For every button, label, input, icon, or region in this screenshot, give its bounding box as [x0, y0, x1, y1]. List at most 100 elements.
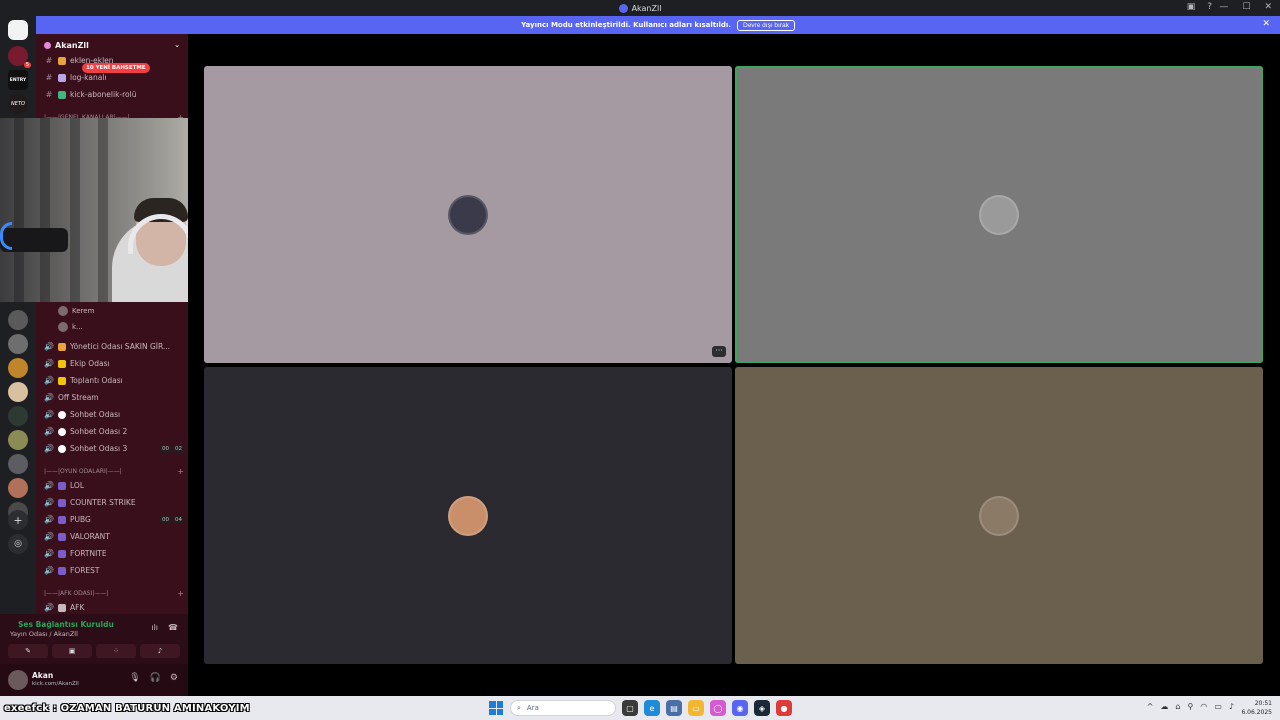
voice-channel[interactable]: 🔊 Ekip Odası — [44, 355, 184, 372]
server-icon[interactable] — [8, 310, 28, 330]
new-mentions-pill[interactable]: 10 YENİ BAHSETME — [82, 63, 150, 73]
voice-channel[interactable]: 🔊 Sohbet Odası — [44, 406, 184, 423]
app-icon[interactable]: ● — [776, 700, 792, 716]
file-explorer-icon[interactable]: ▭ — [688, 700, 704, 716]
add-server-icon[interactable]: + — [8, 510, 28, 530]
edge-icon[interactable]: e — [644, 700, 660, 716]
voice-channel[interactable]: 🔊 COUNTER STRIKE — [44, 494, 184, 511]
activities-button[interactable]: ⁘ — [96, 644, 136, 658]
headphones-icon[interactable]: 🎧 — [150, 673, 161, 683]
usb-icon[interactable]: ⚲ — [1187, 702, 1193, 711]
voice-channel[interactable]: 🔊 AFK — [44, 599, 184, 614]
window-titlebar: AkanZll ▣ ? — ☐ ✕ — [0, 0, 1280, 16]
voice-connection-panel: Ses Bağlantısı Kuruldu Yayın Odası / Aka… — [0, 614, 188, 664]
gear-icon[interactable]: ⚙ — [170, 673, 178, 683]
voice-channel[interactable]: 🔊 Toplantı Odası — [44, 372, 184, 389]
participant-tile[interactable]: ··· — [204, 66, 732, 363]
avatar — [58, 322, 68, 332]
inbox-icon[interactable]: ▣ — [1187, 2, 1196, 12]
server-icon[interactable]: NETO — [8, 94, 28, 114]
server-icon[interactable] — [8, 406, 28, 426]
banner-close-icon[interactable]: ✕ — [1262, 19, 1270, 29]
clock-time: 20:51 — [1254, 700, 1272, 707]
voice-channel[interactable]: 🔊 Sohbet Odası 2 — [44, 423, 184, 440]
add-channel-icon[interactable]: + — [177, 467, 184, 476]
voice-channel[interactable]: 🔊 Yönetici Odası SAKIN GİR... — [44, 338, 184, 355]
discord-icon[interactable]: ◉ — [732, 700, 748, 716]
camera-button[interactable]: ✎ — [8, 644, 48, 658]
display-icon[interactable]: ▭ — [1214, 702, 1222, 711]
voice-channel[interactable]: 🔊 VALORANT — [44, 528, 184, 545]
server-icon[interactable]: ENTRY — [8, 70, 28, 90]
noise-suppression-icon[interactable]: ılı — [151, 623, 158, 632]
close-button[interactable]: ✕ — [1264, 2, 1272, 12]
guild-name: AkanZll — [55, 40, 89, 50]
maximize-button[interactable]: ☐ — [1242, 2, 1250, 12]
text-channel[interactable]: # kick-abonelik-rolü — [44, 86, 184, 103]
hashtag-icon: # — [45, 90, 53, 99]
voice-channel[interactable]: 🔊 LOL — [44, 477, 184, 494]
server-icon[interactable] — [8, 430, 28, 450]
mention-badge: 5 — [23, 62, 31, 68]
server-icon[interactable] — [8, 382, 28, 402]
category-afk[interactable]: |——|AFK ODASI|——| + — [44, 586, 184, 600]
user-count-badge: 00 02 — [160, 444, 184, 453]
cloud-icon[interactable]: ☁ — [1160, 702, 1168, 711]
participant-tile[interactable] — [735, 367, 1263, 664]
speaker-icon: 🔊 — [44, 603, 54, 612]
add-channel-icon[interactable]: + — [177, 589, 184, 598]
disconnect-icon[interactable]: ☎ — [168, 623, 178, 632]
task-view-icon[interactable]: ▢ — [622, 700, 638, 716]
start-button[interactable] — [489, 701, 503, 715]
participant-tile[interactable] — [204, 367, 732, 664]
voice-channel[interactable]: 🔊 PUBG 00 04 — [44, 511, 184, 528]
participant-tile[interactable] — [735, 66, 1263, 363]
chevron-up-icon[interactable]: ^ — [1147, 702, 1154, 711]
server-icon[interactable] — [8, 334, 28, 354]
server-icon[interactable]: 5 — [8, 46, 31, 68]
voice-channel[interactable]: 🔊 FOREST — [44, 562, 184, 579]
server-icon[interactable] — [8, 454, 28, 474]
steam-icon[interactable]: ◈ — [754, 700, 770, 716]
server-icon[interactable] — [8, 478, 28, 498]
speaker-icon: 🔊 — [44, 444, 54, 453]
gamepad-icon — [58, 481, 66, 490]
channel-name: AFK — [70, 603, 85, 612]
speaker-icon: 🔊 — [44, 549, 54, 558]
discover-icon[interactable]: ◎ — [8, 534, 28, 554]
speaker-icon: 🔊 — [44, 342, 54, 351]
app-icon[interactable]: ◯ — [710, 700, 726, 716]
voice-channel-path[interactable]: Yayın Odası / AkanZll — [10, 630, 78, 638]
channel-name: Off Stream — [58, 393, 99, 402]
channel-name: Sohbet Odası 3 — [70, 444, 128, 453]
speech-bubble-icon — [58, 427, 66, 436]
system-clock[interactable]: 20:51 6.06.2025 — [1241, 699, 1272, 717]
speaker-icon: 🔊 — [44, 427, 54, 436]
network-icon[interactable]: ⌂ — [1175, 702, 1180, 711]
soundboard-button[interactable]: ♪ — [140, 644, 180, 658]
voice-member[interactable]: k... — [58, 320, 83, 334]
screen-share-button[interactable]: ▣ — [52, 644, 92, 658]
gamepad-icon — [58, 515, 66, 524]
voice-member[interactable]: Kerem — [58, 304, 94, 318]
store-icon[interactable]: ▤ — [666, 700, 682, 716]
taskbar-search[interactable]: ⌕ Ara — [510, 700, 616, 716]
help-icon[interactable]: ? — [1207, 2, 1212, 12]
disable-streamer-mode-button[interactable]: Devre dışı bırak — [737, 19, 795, 31]
volume-icon[interactable]: ♪ — [1229, 702, 1234, 711]
voice-channel[interactable]: 🔊 Off Stream — [44, 389, 184, 406]
category-games[interactable]: |——|OYUN ODALARI|——| + — [44, 464, 184, 478]
gamepad-icon — [58, 549, 66, 558]
discord-home-icon[interactable] — [8, 20, 28, 40]
minimize-button[interactable]: — — [1219, 2, 1228, 12]
microphone-icon[interactable]: 🎙 — [129, 673, 140, 683]
more-options-icon[interactable]: ··· — [712, 346, 726, 357]
server-icon[interactable] — [8, 358, 28, 378]
voice-channel[interactable]: 🔊 FORTNITE — [44, 545, 184, 562]
channel-emoji-icon — [58, 376, 66, 385]
avatar[interactable] — [8, 670, 28, 690]
channel-name: Yönetici Odası SAKIN GİR... — [70, 342, 171, 351]
voice-channel[interactable]: 🔊 Sohbet Odası 3 00 02 — [44, 440, 184, 457]
mute-icon — [58, 603, 66, 612]
wifi-icon[interactable]: ◠ — [1200, 702, 1207, 711]
